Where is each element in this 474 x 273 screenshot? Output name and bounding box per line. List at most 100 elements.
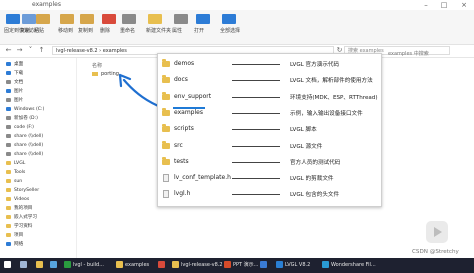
sidebar-item-label: 图片 <box>14 98 24 103</box>
sidebar-item[interactable]: 网络 <box>6 241 23 249</box>
popup-row: demos LVGL 官方演示代码 <box>158 57 381 71</box>
ribbon-button-icon[interactable] <box>6 14 20 24</box>
sidebar-item-label: Windows (C:) <box>14 107 45 112</box>
sidebar-item-label: 嵌入式学习 <box>14 215 37 220</box>
ribbon-button-label: 全部选择 <box>220 28 241 34</box>
annotation-popup: demos LVGL 官方演示代码 docs LVGL 文档，解析部件的使用方法 env… <box>157 53 382 207</box>
taskbar-item[interactable] <box>158 259 167 272</box>
sidebar-item-label: 我的项目 <box>14 206 33 211</box>
sidebar-item-label: 文档 <box>14 80 24 85</box>
taskbar-item[interactable] <box>20 259 29 272</box>
folder-icon <box>162 156 170 165</box>
column-header-name[interactable]: 名称 <box>92 62 102 69</box>
back-arrow-icon[interactable]: ← <box>4 46 13 55</box>
sidebar-item[interactable]: 下载 <box>6 70 23 78</box>
connector-line <box>232 80 280 82</box>
folder-icon <box>6 169 11 174</box>
folder-icon <box>6 124 11 129</box>
sidebar-item[interactable]: 项目 <box>6 232 23 240</box>
window-title: examples <box>32 1 61 8</box>
sidebar-item[interactable]: 图片 <box>6 88 23 96</box>
sidebar-item[interactable]: 嵌入式学习 <box>6 214 37 222</box>
ribbon-button-icon[interactable] <box>102 14 116 24</box>
sidebar-item[interactable]: Videos <box>6 196 29 204</box>
sidebar-item[interactable]: 桌面 <box>6 61 23 69</box>
ribbon-button-icon[interactable] <box>36 14 50 24</box>
popup-row-name: tests <box>174 157 189 165</box>
sidebar-item[interactable]: Tools <box>6 169 25 177</box>
forward-arrow-icon[interactable]: → <box>15 46 24 55</box>
sidebar-item[interactable]: 文档 <box>6 79 23 87</box>
taskbar-item[interactable]: PPT 演示... <box>224 259 258 272</box>
taskbar-item-label: PPT 演示... <box>233 262 259 268</box>
taskbar-item[interactable]: examples <box>116 259 149 272</box>
ribbon-button-label: 复制 <box>20 28 31 34</box>
sidebar-item[interactable]: 新加卷 (D:) <box>6 115 38 123</box>
play-button[interactable] <box>426 221 448 243</box>
ribbon-button-label: 复制到 <box>78 28 94 34</box>
folder-icon <box>6 187 11 192</box>
ribbon-button-icon[interactable] <box>122 14 136 24</box>
ribbon-button-icon[interactable] <box>80 14 94 24</box>
recent-chevron-icon[interactable]: ˅ <box>26 46 35 55</box>
ribbon-button-icon[interactable] <box>60 14 74 24</box>
minimize-button[interactable]: – <box>418 0 434 10</box>
sidebar-item[interactable]: StorySeller <box>6 187 39 195</box>
sidebar-item[interactable]: share (\\dell) <box>6 151 43 159</box>
sidebar-item[interactable]: 学习资料 <box>6 223 32 231</box>
sidebar-item[interactable]: Windows (C:) <box>6 106 44 114</box>
connector-line <box>232 145 280 147</box>
sidebar-item[interactable]: sun <box>6 178 22 186</box>
popup-row-description: LVGL 文档，解析部件的使用方法 <box>290 78 373 85</box>
sidebar-item[interactable]: share (\\dell) <box>6 142 43 150</box>
popup-row-name: demos <box>174 60 195 67</box>
connector-line <box>232 129 280 131</box>
taskbar-item[interactable]: lvgl - build... <box>64 259 104 272</box>
folder-icon <box>6 115 11 120</box>
sidebar-item[interactable]: 我的项目 <box>6 205 32 213</box>
taskbar-item[interactable]: Wondershare Fil... <box>322 259 376 272</box>
popup-row-name: env_support <box>174 92 212 100</box>
taskbar-item[interactable] <box>36 259 45 272</box>
popup-row-description: 官方人员的测试代码 <box>290 159 341 166</box>
folder-icon <box>162 124 170 133</box>
app-icon <box>116 261 123 268</box>
ribbon-button-icon[interactable] <box>148 14 162 24</box>
folder-icon <box>6 241 11 246</box>
ribbon-button-label: 打开 <box>194 28 205 34</box>
app-icon <box>36 261 43 268</box>
popup-row: src LVGL 源文件 <box>158 139 381 153</box>
popup-row-name: scripts <box>174 125 194 133</box>
sidebar-item[interactable]: 图片 <box>6 97 23 105</box>
app-icon <box>172 261 179 268</box>
close-button[interactable]: × <box>456 0 472 10</box>
sidebar-item[interactable]: code (F:) <box>6 124 34 132</box>
taskbar-item[interactable] <box>4 259 13 272</box>
ribbon-button-label: 重命名 <box>120 28 136 34</box>
folder-icon <box>6 79 11 84</box>
folder-icon <box>6 88 11 93</box>
ribbon-button-icon[interactable] <box>174 14 188 24</box>
maximize-button[interactable]: □ <box>436 0 452 10</box>
taskbar: lvgl - build... examples lvgl-release-v8.2… <box>0 258 474 273</box>
taskbar-item[interactable] <box>50 259 59 272</box>
sidebar-item[interactable]: share (\\dell) <box>6 133 43 141</box>
ribbon-button-icon[interactable] <box>22 14 36 24</box>
ribbon-button-label: 粘贴 <box>34 28 45 34</box>
popup-row: lvgl.h LVGL 包含的头文件 <box>158 187 381 201</box>
sidebar-item-label: share (\\dell) <box>14 152 44 157</box>
taskbar-item[interactable]: lvgl-release-v8.2 <box>172 259 223 272</box>
sidebar-item[interactable]: LVGL <box>6 160 25 168</box>
ribbon-button-icon[interactable] <box>222 14 236 24</box>
taskbar-item[interactable] <box>260 259 269 272</box>
folder-icon <box>162 59 170 67</box>
file-icon <box>163 190 169 199</box>
connector-line <box>232 64 280 65</box>
taskbar-item[interactable]: LVGL V8.2 <box>276 259 310 272</box>
app-icon <box>4 261 11 268</box>
sidebar-item-label: 项目 <box>14 233 24 238</box>
up-arrow-icon[interactable]: ↑ <box>37 46 46 55</box>
popup-row-description: LVGL 脚本 <box>290 127 317 134</box>
ribbon-button-icon[interactable] <box>196 14 210 24</box>
popup-row: docs LVGL 文档，解析部件的使用方法 <box>158 73 381 87</box>
